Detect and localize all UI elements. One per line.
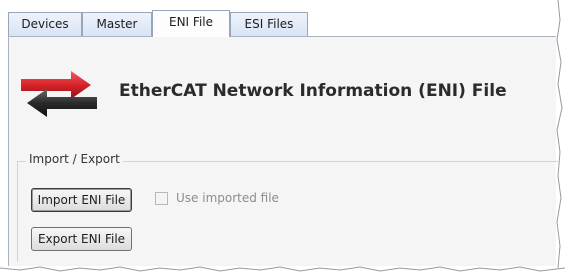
group-label: Import / Export: [26, 152, 123, 166]
transfer-arrows-icon: [21, 71, 97, 117]
export-eni-file-button[interactable]: Export ENI File: [31, 227, 132, 251]
tab-bar: Devices Master ENI File ESI Files: [8, 10, 556, 37]
torn-edge-right: [556, 0, 565, 277]
eni-file-panel: EtherCAT Network Information (ENI) File …: [8, 36, 558, 266]
tab-devices[interactable]: Devices: [8, 12, 82, 36]
torn-edge-bottom: [0, 266, 565, 277]
tab-esi-files[interactable]: ESI Files: [230, 12, 308, 36]
eni-file-window: Devices Master ENI File ESI Files EtherC…: [0, 0, 565, 277]
use-imported-file-checkbox[interactable]: [155, 192, 168, 205]
use-imported-file-label: Use imported file: [176, 191, 279, 205]
page-header: EtherCAT Network Information (ENI) File: [19, 67, 539, 121]
tab-master[interactable]: Master: [82, 12, 152, 36]
import-eni-file-button[interactable]: Import ENI File: [31, 188, 132, 212]
page-title: EtherCAT Network Information (ENI) File: [119, 81, 507, 101]
tab-eni-file[interactable]: ENI File: [152, 10, 230, 37]
